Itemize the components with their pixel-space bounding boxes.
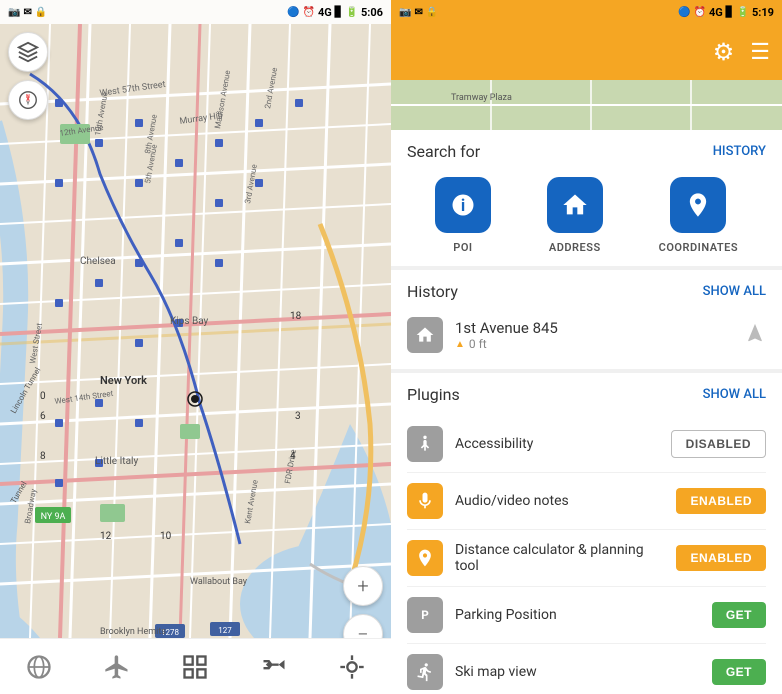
svg-text:i: i bbox=[461, 196, 465, 215]
right-content: Search for HISTORY i POI ADDRESS bbox=[391, 130, 782, 694]
address-label: ADDRESS bbox=[549, 241, 601, 254]
audio-video-icon bbox=[407, 483, 443, 519]
zoom-in-button[interactable]: + bbox=[343, 566, 383, 606]
ski-map-icon bbox=[407, 654, 443, 690]
svg-text:Kips Bay: Kips Bay bbox=[170, 316, 209, 327]
map-panel: 📷✉🔒 🔵⏰4G▊🔋 5:06 bbox=[0, 0, 391, 694]
ski-map-name: Ski map view bbox=[455, 664, 700, 680]
grid-button[interactable] bbox=[171, 643, 219, 691]
triangle-icon: ▲ bbox=[455, 339, 465, 350]
map-preview: Tramway Plaza bbox=[391, 80, 782, 130]
ski-map-button[interactable]: GET bbox=[712, 659, 766, 685]
map-controls-top-left: N bbox=[8, 32, 48, 120]
poi-label: POI bbox=[453, 241, 472, 254]
svg-text:0: 0 bbox=[40, 391, 46, 402]
svg-text:Brooklyn Hemits: Brooklyn Hemits bbox=[100, 627, 166, 637]
coordinates-icon-circle bbox=[670, 177, 726, 233]
right-panel: 📷✉🔒 🔵⏰4G▊🔋 5:19 ⚙ ☰ Tramway Plaza bbox=[391, 0, 782, 694]
map-svg: West 57th Street 12th Avenue 10th Avenue… bbox=[0, 24, 391, 638]
history-show-all[interactable]: SHOW ALL bbox=[703, 284, 766, 299]
accessibility-button[interactable]: DISABLED bbox=[671, 430, 766, 458]
plugins-header: Plugins SHOW ALL bbox=[407, 385, 766, 404]
svg-text:New York: New York bbox=[100, 374, 147, 387]
layers-button[interactable] bbox=[8, 32, 48, 72]
menu-button[interactable]: ☰ bbox=[750, 40, 770, 65]
svg-text:8: 8 bbox=[40, 451, 46, 462]
history-link[interactable]: HISTORY bbox=[713, 144, 766, 159]
history-title: History bbox=[407, 282, 458, 301]
parking-button[interactable]: GET bbox=[712, 602, 766, 628]
svg-text:Wallabout Bay: Wallabout Bay bbox=[190, 577, 248, 587]
status-bar-right: 📷✉🔒 🔵⏰4G▊🔋 5:19 bbox=[391, 0, 782, 24]
plugin-distance-calc: Distance calculator & planning tool ENAB… bbox=[407, 530, 766, 587]
history-item-name: 1st Avenue 845 bbox=[455, 319, 732, 337]
distance-calc-icon bbox=[407, 540, 443, 576]
search-header: Search for HISTORY bbox=[407, 142, 766, 161]
svg-text:12: 12 bbox=[100, 531, 112, 542]
svg-text:6: 6 bbox=[40, 411, 46, 422]
address-icon-circle bbox=[547, 177, 603, 233]
distance-calc-name: Distance calculator & planning tool bbox=[455, 542, 664, 574]
search-options: i POI ADDRESS COORDINATES bbox=[407, 177, 766, 254]
history-item[interactable]: 1st Avenue 845 ▲ 0 ft bbox=[407, 313, 766, 357]
time-left: 5:06 bbox=[361, 6, 383, 19]
plugin-accessibility: Accessibility DISABLED bbox=[407, 416, 766, 473]
globe-button[interactable] bbox=[15, 643, 63, 691]
svg-text:Tramway Plaza: Tramway Plaza bbox=[451, 93, 512, 103]
audio-video-name: Audio/video notes bbox=[455, 493, 664, 509]
history-nav-icon[interactable] bbox=[744, 322, 766, 349]
plugin-ski-map: Ski map view GET bbox=[407, 644, 766, 694]
svg-text:4: 4 bbox=[290, 451, 296, 462]
svg-text:Chelsea: Chelsea bbox=[80, 256, 116, 267]
time-right: 5:19 bbox=[752, 6, 774, 19]
svg-text:3: 3 bbox=[295, 411, 301, 422]
accessibility-name: Accessibility bbox=[455, 436, 659, 452]
history-item-icon bbox=[407, 317, 443, 353]
svg-text:P: P bbox=[421, 608, 429, 622]
route-button[interactable] bbox=[250, 643, 298, 691]
svg-text:127: 127 bbox=[218, 626, 232, 635]
parking-name: Parking Position bbox=[455, 607, 700, 623]
poi-icon-circle: i bbox=[435, 177, 491, 233]
history-item-info: 1st Avenue 845 ▲ 0 ft bbox=[455, 319, 732, 351]
history-header: History SHOW ALL bbox=[407, 282, 766, 301]
svg-text:10: 10 bbox=[160, 531, 172, 542]
location-button[interactable] bbox=[328, 643, 376, 691]
map-bottom-bar bbox=[0, 638, 391, 694]
plugins-show-all[interactable]: SHOW ALL bbox=[703, 387, 766, 402]
plugin-audio-video: Audio/video notes ENABLED bbox=[407, 473, 766, 530]
plugins-title: Plugins bbox=[407, 385, 460, 404]
svg-text:Little Italy: Little Italy bbox=[95, 456, 138, 467]
coordinates-label: COORDINATES bbox=[659, 241, 738, 254]
distance-calc-button[interactable]: ENABLED bbox=[676, 545, 766, 571]
search-label: Search for bbox=[407, 142, 480, 161]
status-bar-left: 📷✉🔒 🔵⏰4G▊🔋 5:06 bbox=[0, 0, 391, 24]
plane-button[interactable] bbox=[93, 643, 141, 691]
plugin-parking: P Parking Position GET bbox=[407, 587, 766, 644]
search-option-poi[interactable]: i POI bbox=[435, 177, 491, 254]
accessibility-icon bbox=[407, 426, 443, 462]
search-option-coordinates[interactable]: COORDINATES bbox=[659, 177, 738, 254]
history-item-distance: ▲ 0 ft bbox=[455, 337, 732, 351]
search-option-address[interactable]: ADDRESS bbox=[547, 177, 603, 254]
svg-text:NY 9A: NY 9A bbox=[41, 512, 66, 522]
search-section: Search for HISTORY i POI ADDRESS bbox=[391, 130, 782, 266]
svg-text:18: 18 bbox=[290, 311, 302, 322]
plugins-section: Plugins SHOW ALL Accessibility DISABLED … bbox=[391, 373, 782, 694]
settings-button[interactable]: ⚙ bbox=[713, 38, 735, 66]
top-bar: ⚙ ☰ bbox=[391, 24, 782, 80]
parking-icon: P bbox=[407, 597, 443, 633]
compass-button[interactable]: N bbox=[8, 80, 48, 120]
history-section: History SHOW ALL 1st Avenue 845 ▲ 0 ft bbox=[391, 270, 782, 369]
audio-video-button[interactable]: ENABLED bbox=[676, 488, 766, 514]
